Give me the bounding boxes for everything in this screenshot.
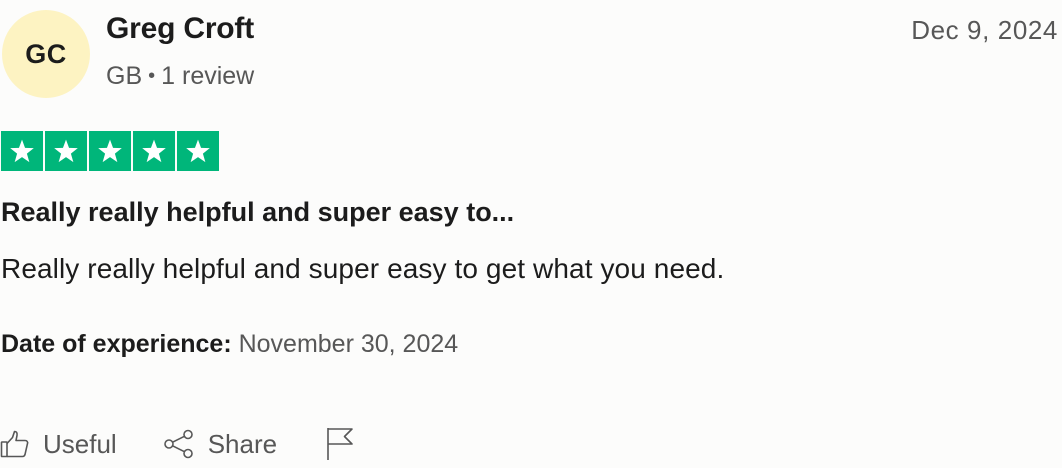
star-4 bbox=[133, 131, 175, 171]
avatar-initials: GC bbox=[25, 38, 67, 69]
avatar[interactable]: GC bbox=[2, 10, 90, 98]
star-icon bbox=[98, 139, 122, 163]
flag-icon bbox=[325, 427, 355, 461]
report-button[interactable] bbox=[325, 427, 355, 461]
star-5 bbox=[177, 131, 219, 171]
useful-label: Useful bbox=[43, 428, 117, 459]
share-button[interactable]: Share bbox=[163, 429, 277, 460]
date-of-experience: Date of experience: November 30, 2024 bbox=[1, 330, 458, 359]
experience-label: Date of experience: bbox=[1, 330, 232, 358]
share-label: Share bbox=[207, 428, 278, 459]
star-2 bbox=[45, 131, 87, 171]
meta-separator: • bbox=[148, 65, 156, 87]
star-1 bbox=[1, 131, 43, 171]
star-icon bbox=[10, 139, 34, 163]
reviewer-meta: GB • 1 review bbox=[106, 62, 254, 91]
thumbs-up-icon bbox=[0, 429, 30, 459]
star-icon bbox=[186, 139, 210, 163]
reviewer-country: GB bbox=[106, 62, 143, 90]
star-icon bbox=[142, 139, 166, 163]
reviewer-name[interactable]: Greg Croft bbox=[106, 12, 254, 46]
review-actions: Useful Share bbox=[0, 424, 355, 464]
review-date: Dec 9, 2024 bbox=[911, 15, 1058, 45]
review-body: Really really helpful and super easy to … bbox=[1, 253, 725, 284]
experience-date: November 30, 2024 bbox=[238, 330, 459, 358]
star-3 bbox=[89, 131, 131, 171]
useful-button[interactable]: Useful bbox=[0, 429, 117, 460]
share-icon bbox=[163, 429, 195, 459]
star-icon bbox=[54, 139, 78, 163]
star-rating bbox=[1, 131, 219, 171]
reviewer-review-count: 1 review bbox=[161, 62, 255, 90]
review-title[interactable]: Really really helpful and super easy to.… bbox=[1, 197, 514, 228]
